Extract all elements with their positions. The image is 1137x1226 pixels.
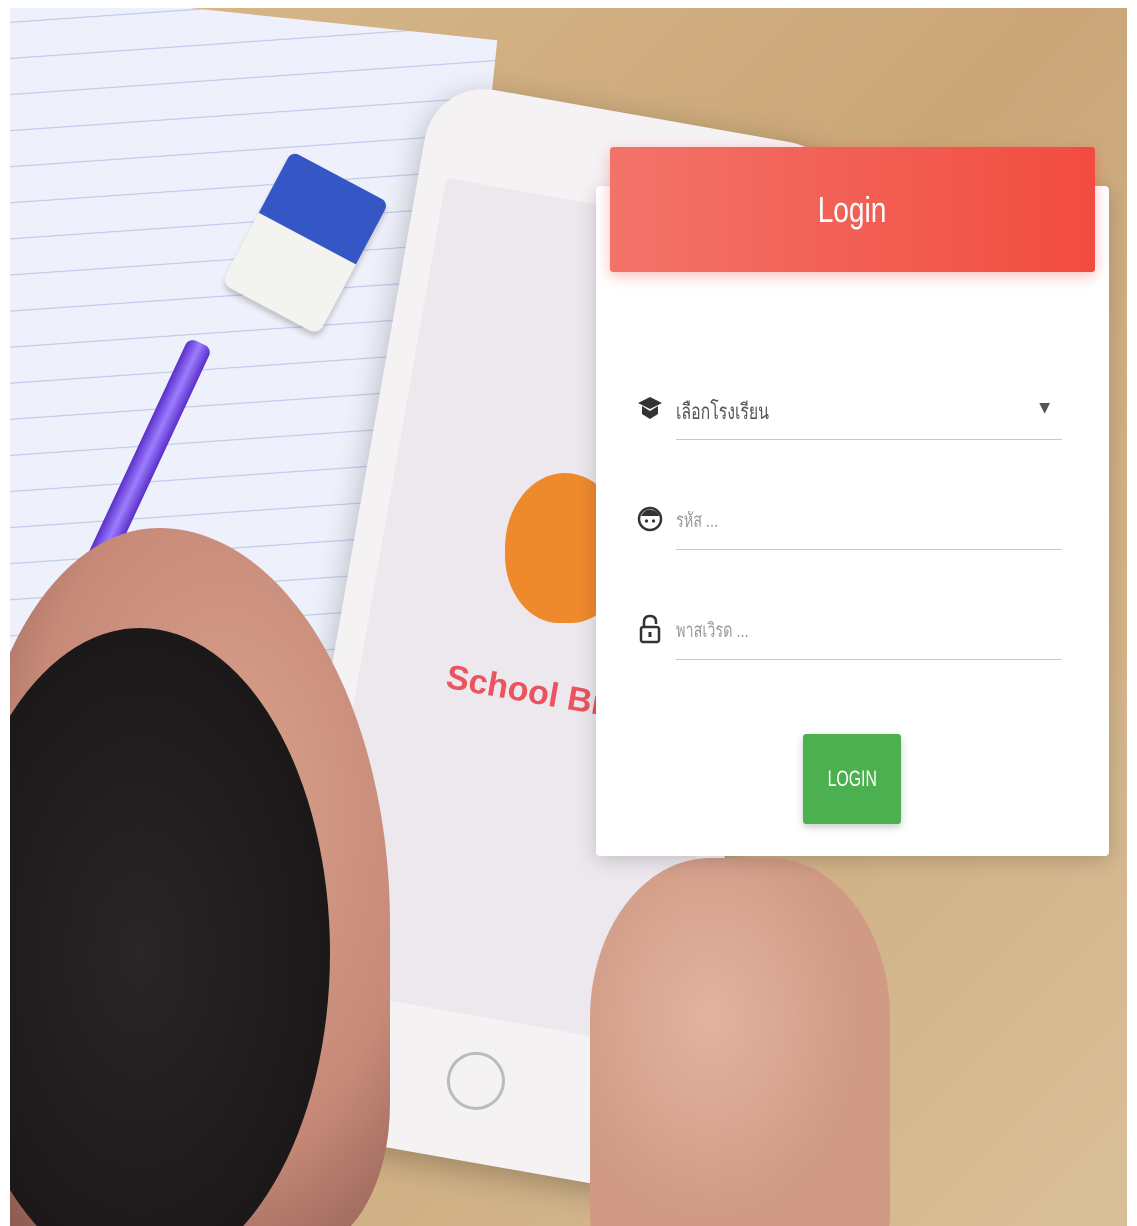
right-hand bbox=[590, 858, 890, 1226]
login-card-header: Login bbox=[610, 147, 1095, 272]
phone-home-button bbox=[442, 1047, 510, 1115]
login-button-label: LOGIN bbox=[827, 766, 877, 791]
code-field-underline bbox=[676, 549, 1062, 550]
school-select-value: เลือกโรงเรียน bbox=[676, 399, 770, 424]
graduation-cap-icon bbox=[638, 397, 662, 419]
school-select-underline bbox=[676, 439, 1062, 440]
password-field-placeholder: พาสเวิรด ... bbox=[676, 620, 749, 642]
lock-icon bbox=[639, 614, 661, 644]
code-field-placeholder: รหัส ... bbox=[676, 510, 719, 532]
password-field-underline bbox=[676, 659, 1062, 660]
code-field[interactable]: รหัส ... bbox=[636, 490, 1062, 550]
chevron-down-icon[interactable]: ▼ bbox=[1039, 400, 1050, 416]
school-select[interactable]: เลือกโรงเรียน ▼ bbox=[636, 380, 1062, 440]
password-field[interactable]: พาสเวิรด ... bbox=[636, 600, 1062, 660]
login-button[interactable]: LOGIN bbox=[803, 734, 901, 824]
face-icon bbox=[637, 506, 663, 532]
login-title: Login bbox=[818, 188, 887, 230]
